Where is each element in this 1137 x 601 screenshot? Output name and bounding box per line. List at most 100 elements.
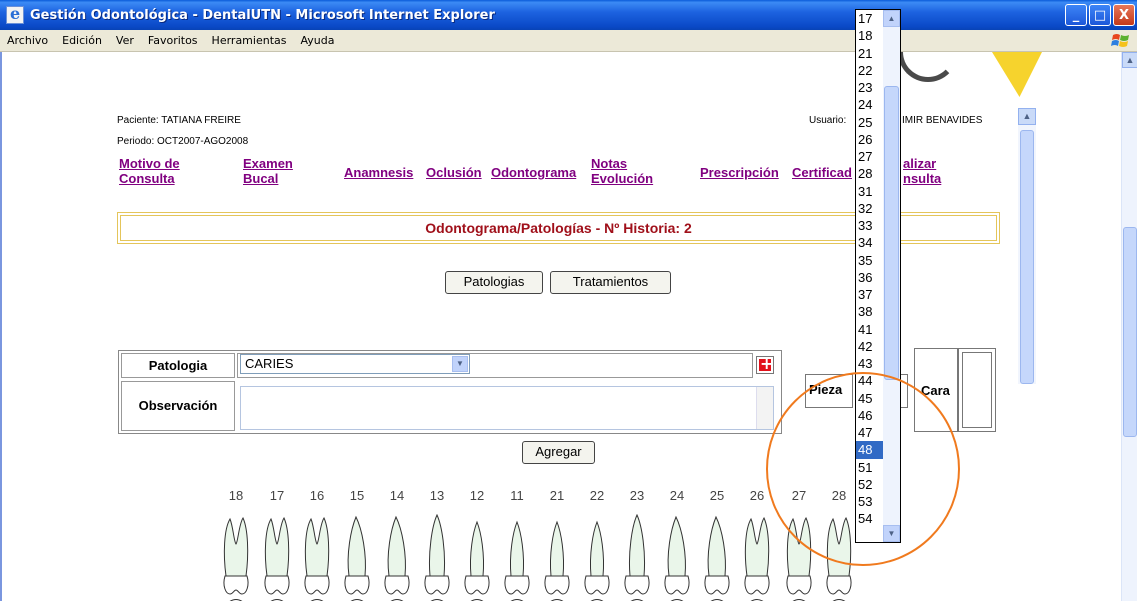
dropdown-option[interactable]: 35	[856, 252, 884, 269]
nav-notas-evolucion[interactable]: Notas Evolución	[591, 156, 653, 186]
menu-favoritos[interactable]: Favoritos	[141, 34, 205, 47]
dropdown-option[interactable]: 26	[856, 131, 884, 148]
tooth-icon[interactable]	[220, 514, 252, 601]
user-label: Usuario:	[809, 115, 847, 126]
ie-icon	[6, 4, 24, 24]
tooth-icon[interactable]	[823, 514, 855, 601]
tooth-icon[interactable]	[701, 514, 733, 601]
tab-tratamientos[interactable]: Tratamientos	[550, 271, 671, 294]
dropdown-option[interactable]: 21	[856, 45, 884, 62]
page-content: Paciente: TATIANA FREIRE Periodo: OCT200…	[0, 52, 1121, 601]
tooth-icon[interactable]	[301, 514, 333, 601]
dropdown-option[interactable]: 41	[856, 321, 884, 338]
dropdown-option[interactable]: 42	[856, 338, 884, 355]
scroll-up-icon[interactable]: ▲	[883, 10, 900, 27]
inner-scrollbar[interactable]: ▲	[1018, 108, 1036, 384]
dropdown-option[interactable]: 46	[856, 407, 884, 424]
tooth-icon[interactable]	[261, 514, 293, 601]
dropdown-option[interactable]: 51	[856, 459, 884, 476]
menu-ayuda[interactable]: Ayuda	[293, 34, 341, 47]
scroll-thumb[interactable]	[1123, 227, 1137, 437]
minimize-button[interactable]: _	[1065, 4, 1087, 26]
dropdown-option[interactable]: 52	[856, 476, 884, 493]
nav-finalizar-consulta[interactable]: alizar nsulta	[903, 156, 941, 186]
dropdown-option[interactable]: 18	[856, 27, 884, 44]
dropdown-option[interactable]: 48	[856, 441, 884, 459]
dropdown-option[interactable]: 24	[856, 96, 884, 113]
maximize-button[interactable]: □	[1089, 4, 1111, 26]
tooth-icon[interactable]	[661, 514, 693, 601]
title-bar: Gestión Odontológica - DentalUTN - Micro…	[0, 0, 1137, 30]
tab-patologias[interactable]: Patologias	[445, 271, 543, 294]
page-scrollbar[interactable]: ▲	[1121, 52, 1137, 601]
scroll-down-icon[interactable]: ▼	[883, 525, 900, 542]
dropdown-option[interactable]: 34	[856, 234, 884, 251]
tooth-icon[interactable]	[501, 514, 533, 601]
cara-label: Cara	[921, 383, 950, 398]
windows-logo-icon	[1111, 34, 1129, 47]
nav-prescripcion[interactable]: Prescripción	[700, 165, 779, 180]
observacion-field[interactable]	[240, 386, 774, 430]
dropdown-option[interactable]: 47	[856, 424, 884, 441]
pieza-dropdown-list[interactable]: 17 18 21 22 23 24 25 26 27 28 31 32 33 34 35 36 37 38 41 42…	[855, 9, 901, 543]
textarea-scrollbar[interactable]	[756, 387, 773, 429]
nav-certificado[interactable]: Certificad	[792, 165, 852, 180]
dropdown-option[interactable]: 31	[856, 183, 884, 200]
dropdown-option[interactable]: 53	[856, 493, 884, 510]
tooth-number: 25	[709, 488, 725, 503]
dropdown-option[interactable]: 22	[856, 62, 884, 79]
tooth-icon[interactable]	[381, 514, 413, 601]
dropdown-option[interactable]: 44	[856, 372, 884, 389]
dropdown-option[interactable]: 37	[856, 286, 884, 303]
nav-odontograma[interactable]: Odontograma	[491, 165, 576, 180]
menu-herramientas[interactable]: Herramientas	[205, 34, 294, 47]
scroll-up-icon[interactable]: ▲	[1122, 52, 1137, 68]
tooth-number: 24	[669, 488, 685, 503]
menu-archivo[interactable]: Archivo	[0, 34, 55, 47]
chevron-down-icon: ▼	[452, 356, 468, 372]
dropdown-option[interactable]: 45	[856, 390, 884, 407]
tooth-icon[interactable]	[741, 514, 773, 601]
tooth-icon[interactable]	[341, 514, 373, 601]
dropdown-option[interactable]: 23	[856, 79, 884, 96]
scroll-thumb[interactable]	[884, 86, 899, 380]
user-name: IMIR BENAVIDES	[902, 115, 983, 126]
nav-motivo-consulta[interactable]: Motivo de Consulta	[119, 156, 180, 186]
dropdown-option[interactable]: 43	[856, 355, 884, 372]
dropdown-option[interactable]: 32	[856, 200, 884, 217]
nav-oclusion[interactable]: Oclusión	[426, 165, 482, 180]
tooth-number: 22	[589, 488, 605, 503]
close-button[interactable]: X	[1113, 4, 1135, 26]
window-title: Gestión Odontológica - DentalUTN - Micro…	[30, 7, 495, 23]
dropdown-option[interactable]: 36	[856, 269, 884, 286]
tooth-number: 11	[510, 488, 524, 503]
dropdown-option[interactable]: 25	[856, 114, 884, 131]
tooth-number: 27	[791, 488, 807, 503]
dropdown-scrollbar[interactable]: ▲ ▼	[883, 10, 900, 542]
dropdown-option[interactable]: 33	[856, 217, 884, 234]
tooth-icon[interactable]	[783, 514, 815, 601]
dropdown-option[interactable]: 54	[856, 510, 884, 527]
tooth-icon[interactable]	[581, 514, 613, 601]
dropdown-option[interactable]: 27	[856, 148, 884, 165]
cara-select[interactable]	[958, 348, 996, 432]
agregar-button[interactable]: Agregar	[522, 441, 595, 464]
tooth-icon[interactable]	[421, 514, 453, 601]
dropdown-option[interactable]: 17	[856, 10, 884, 27]
tooth-number: 16	[309, 488, 325, 503]
scroll-up-icon[interactable]: ▲	[1018, 108, 1036, 125]
menu-edicion[interactable]: Edición	[55, 34, 109, 47]
patologia-select[interactable]: CARIES ▼	[240, 354, 470, 374]
nav-anamnesis[interactable]: Anamnesis	[344, 165, 413, 180]
menu-ver[interactable]: Ver	[109, 34, 141, 47]
add-pathology-icon[interactable]	[756, 354, 774, 374]
nav-examen-bucal[interactable]: Examen Bucal	[243, 156, 293, 186]
dropdown-option[interactable]: 28	[856, 165, 884, 182]
scroll-thumb[interactable]	[1020, 130, 1034, 384]
tooth-icon[interactable]	[621, 514, 653, 601]
tooth-icon[interactable]	[541, 514, 573, 601]
observacion-label: Observación	[121, 381, 235, 431]
tooth-icon[interactable]	[461, 514, 493, 601]
tooth-number: 15	[349, 488, 365, 503]
dropdown-option[interactable]: 38	[856, 303, 884, 320]
